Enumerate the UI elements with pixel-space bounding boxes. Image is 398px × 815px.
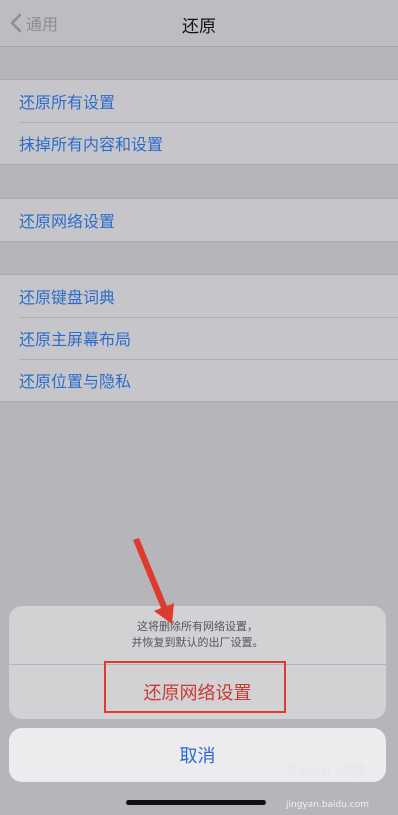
reset-network-settings-row[interactable]: 还原网络设置 [0, 199, 398, 241]
settings-group-3: 还原键盘词典 还原主屏幕布局 还原位置与隐私 [0, 274, 398, 402]
reset-all-settings-row[interactable]: 还原所有设置 [0, 80, 398, 122]
home-indicator [126, 800, 266, 805]
message-line-1: 这将删除所有网络设置， [137, 620, 258, 633]
reset-keyboard-dictionary-row[interactable]: 还原键盘词典 [0, 275, 398, 317]
settings-group-2: 还原网络设置 [0, 198, 398, 242]
navigation-bar: 通用 还原 [0, 0, 398, 47]
highlight-box [104, 661, 286, 713]
reset-home-screen-layout-row[interactable]: 还原主屏幕布局 [0, 317, 398, 359]
watermark-logo: Baidu 经验 [286, 763, 364, 779]
action-sheet-message: 这将删除所有网络设置， 并恢复到默认的出厂设置。 [9, 606, 386, 665]
message-line-2: 并恢复到默认的出厂设置。 [131, 636, 264, 649]
baidu-watermark: Baidu 经验 jingyan.baidu.com [286, 760, 396, 812]
settings-group-1: 还原所有设置 抹掉所有内容和设置 [0, 79, 398, 165]
erase-all-content-row[interactable]: 抹掉所有内容和设置 [0, 122, 398, 164]
page-title: 还原 [182, 17, 216, 37]
reset-location-privacy-row[interactable]: 还原位置与隐私 [0, 359, 398, 401]
watermark-site: jingyan.baidu.com [286, 800, 370, 810]
